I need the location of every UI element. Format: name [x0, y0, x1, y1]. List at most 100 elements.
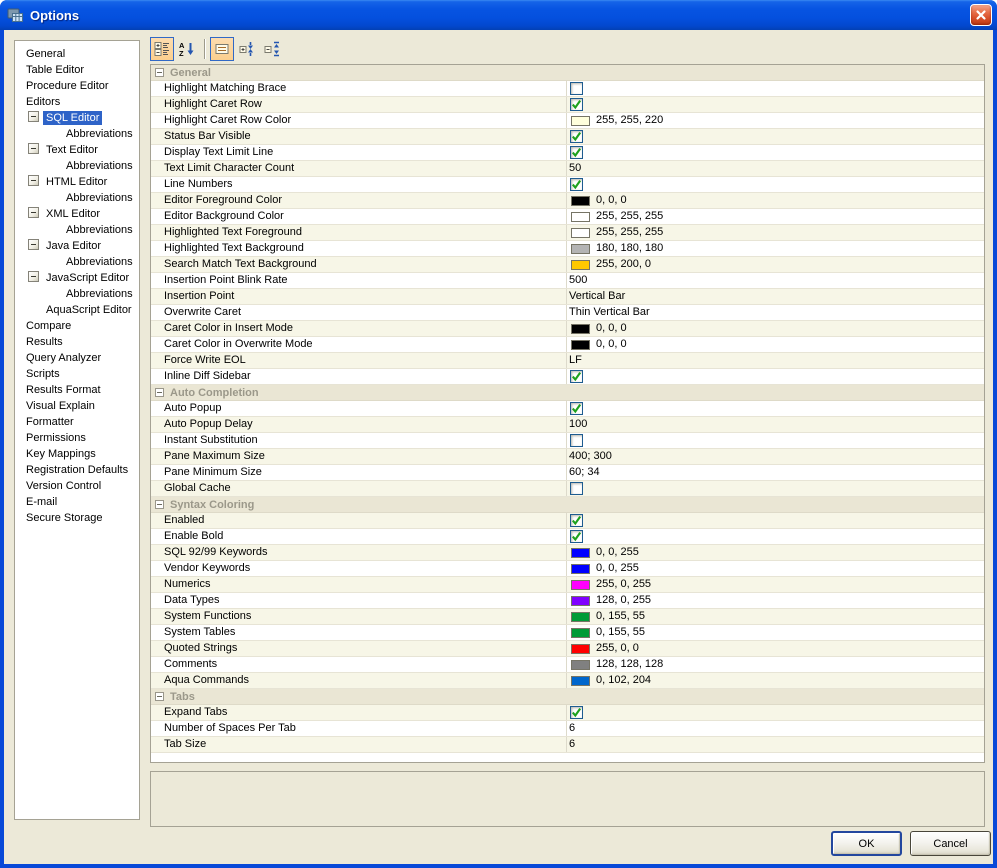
color-swatch[interactable]	[571, 627, 590, 638]
tree-item-abbreviations[interactable]: Abbreviations	[15, 222, 139, 238]
tree-item-abbreviations[interactable]: Abbreviations	[15, 190, 139, 206]
color-swatch[interactable]	[571, 547, 590, 558]
collapse-section-icon[interactable]	[155, 388, 164, 397]
tree-item-javascript-editor[interactable]: JavaScript Editor	[15, 270, 139, 286]
section-header-syntax-coloring[interactable]: Syntax Coloring	[151, 497, 984, 513]
tree-item-aquascript-editor[interactable]: AquaScript Editor	[15, 302, 139, 318]
tree-item-secure-storage[interactable]: Secure Storage	[15, 510, 139, 526]
property-value-cell[interactable]: 100	[566, 417, 984, 432]
property-value-cell[interactable]: 400; 300	[566, 449, 984, 464]
property-row-inline-diff-sidebar[interactable]: Inline Diff Sidebar	[151, 369, 984, 385]
property-row-instant-substitution[interactable]: Instant Substitution	[151, 433, 984, 449]
property-row-editor-background-color[interactable]: Editor Background Color 255, 255, 255	[151, 209, 984, 225]
tree-collapse-icon[interactable]	[28, 239, 39, 250]
property-value-cell[interactable]: 0, 0, 255	[566, 545, 984, 560]
property-value-cell[interactable]: 50	[566, 161, 984, 176]
property-value-cell[interactable]: 180, 180, 180	[566, 241, 984, 256]
property-row-enabled[interactable]: Enabled	[151, 513, 984, 529]
property-row-text-limit-character-count[interactable]: Text Limit Character Count 50	[151, 161, 984, 177]
tree-item-procedure-editor[interactable]: Procedure Editor	[15, 78, 139, 94]
property-value-cell[interactable]	[566, 433, 984, 448]
close-button[interactable]	[970, 4, 992, 26]
property-value-cell[interactable]: 0, 155, 55	[566, 609, 984, 624]
checkbox-checked[interactable]	[570, 130, 583, 143]
property-value-cell[interactable]: 0, 0, 0	[566, 193, 984, 208]
tree-item-scripts[interactable]: Scripts	[15, 366, 139, 382]
tree-item-version-control[interactable]: Version Control	[15, 478, 139, 494]
tree-item-html-editor[interactable]: HTML Editor	[15, 174, 139, 190]
tree-item-registration-defaults[interactable]: Registration Defaults	[15, 462, 139, 478]
property-value-cell[interactable]: 6	[566, 737, 984, 752]
tree-item-key-mappings[interactable]: Key Mappings	[15, 446, 139, 462]
tree-item-formatter[interactable]: Formatter	[15, 414, 139, 430]
property-row-numerics[interactable]: Numerics 255, 0, 255	[151, 577, 984, 593]
section-header-tabs[interactable]: Tabs	[151, 689, 984, 705]
cancel-button[interactable]: Cancel	[910, 831, 991, 856]
property-row-auto-popup[interactable]: Auto Popup	[151, 401, 984, 417]
property-row-pane-maximum-size[interactable]: Pane Maximum Size 400; 300	[151, 449, 984, 465]
property-value-cell[interactable]: 128, 128, 128	[566, 657, 984, 672]
property-value-cell[interactable]: 0, 0, 0	[566, 337, 984, 352]
property-row-insertion-point[interactable]: Insertion Point Vertical Bar	[151, 289, 984, 305]
property-value-cell[interactable]	[566, 401, 984, 416]
color-swatch[interactable]	[571, 339, 590, 350]
color-swatch[interactable]	[571, 611, 590, 622]
property-row-system-functions[interactable]: System Functions 0, 155, 55	[151, 609, 984, 625]
property-row-number-of-spaces-per-tab[interactable]: Number of Spaces Per Tab 6	[151, 721, 984, 737]
checkbox-checked[interactable]	[570, 402, 583, 415]
property-value-cell[interactable]: 255, 0, 0	[566, 641, 984, 656]
checkbox-checked[interactable]	[570, 530, 583, 543]
sort-alphabetical-button[interactable]: AZ	[175, 37, 199, 61]
property-value-cell[interactable]: 0, 0, 255	[566, 561, 984, 576]
tree-item-query-analyzer[interactable]: Query Analyzer	[15, 350, 139, 366]
color-swatch[interactable]	[571, 259, 590, 270]
property-row-status-bar-visible[interactable]: Status Bar Visible	[151, 129, 984, 145]
property-value-cell[interactable]: LF	[566, 353, 984, 368]
checkbox-checked[interactable]	[570, 514, 583, 527]
section-header-general[interactable]: General	[151, 65, 984, 81]
property-value-cell[interactable]: 500	[566, 273, 984, 288]
property-value-cell[interactable]: 255, 200, 0	[566, 257, 984, 272]
color-swatch[interactable]	[571, 211, 590, 222]
ok-button[interactable]: OK	[831, 831, 902, 856]
tree-item-text-editor[interactable]: Text Editor	[15, 142, 139, 158]
tree-item-editors[interactable]: Editors	[15, 94, 139, 110]
property-value-cell[interactable]	[566, 705, 984, 720]
property-row-pane-minimum-size[interactable]: Pane Minimum Size 60; 34	[151, 465, 984, 481]
checkbox-unchecked[interactable]	[570, 482, 583, 495]
tree-collapse-icon[interactable]	[28, 271, 39, 282]
property-row-tab-size[interactable]: Tab Size 6	[151, 737, 984, 753]
property-row-search-match-text-background[interactable]: Search Match Text Background 255, 200, 0	[151, 257, 984, 273]
property-row-force-write-eol[interactable]: Force Write EOL LF	[151, 353, 984, 369]
tree-collapse-icon[interactable]	[28, 207, 39, 218]
property-row-highlight-caret-row[interactable]: Highlight Caret Row	[151, 97, 984, 113]
property-row-editor-foreground-color[interactable]: Editor Foreground Color 0, 0, 0	[151, 193, 984, 209]
property-row-highlighted-text-foreground[interactable]: Highlighted Text Foreground 255, 255, 255	[151, 225, 984, 241]
checkbox-checked[interactable]	[570, 98, 583, 111]
property-value-cell[interactable]	[566, 81, 984, 96]
property-row-caret-color-in-insert-mode[interactable]: Caret Color in Insert Mode 0, 0, 0	[151, 321, 984, 337]
color-swatch[interactable]	[571, 579, 590, 590]
property-value-cell[interactable]: 255, 0, 255	[566, 577, 984, 592]
property-value-cell[interactable]: 0, 155, 55	[566, 625, 984, 640]
property-row-highlight-caret-row-color[interactable]: Highlight Caret Row Color 255, 255, 220	[151, 113, 984, 129]
color-swatch[interactable]	[571, 227, 590, 238]
collapse-all-button[interactable]	[260, 37, 284, 61]
tree-item-results[interactable]: Results	[15, 334, 139, 350]
property-row-line-numbers[interactable]: Line Numbers	[151, 177, 984, 193]
property-row-quoted-strings[interactable]: Quoted Strings 255, 0, 0	[151, 641, 984, 657]
property-row-insertion-point-blink-rate[interactable]: Insertion Point Blink Rate 500	[151, 273, 984, 289]
property-value-cell[interactable]: 6	[566, 721, 984, 736]
property-row-sql-92-99-keywords[interactable]: SQL 92/99 Keywords 0, 0, 255	[151, 545, 984, 561]
color-swatch[interactable]	[571, 323, 590, 334]
property-value-cell[interactable]	[566, 369, 984, 384]
tree-item-abbreviations[interactable]: Abbreviations	[15, 286, 139, 302]
tree-item-java-editor[interactable]: Java Editor	[15, 238, 139, 254]
property-value-cell[interactable]: 0, 102, 204	[566, 673, 984, 688]
property-value-cell[interactable]	[566, 97, 984, 112]
property-value-cell[interactable]: 128, 0, 255	[566, 593, 984, 608]
tree-item-visual-explain[interactable]: Visual Explain	[15, 398, 139, 414]
checkbox-checked[interactable]	[570, 706, 583, 719]
checkbox-unchecked[interactable]	[570, 434, 583, 447]
property-row-data-types[interactable]: Data Types 128, 0, 255	[151, 593, 984, 609]
